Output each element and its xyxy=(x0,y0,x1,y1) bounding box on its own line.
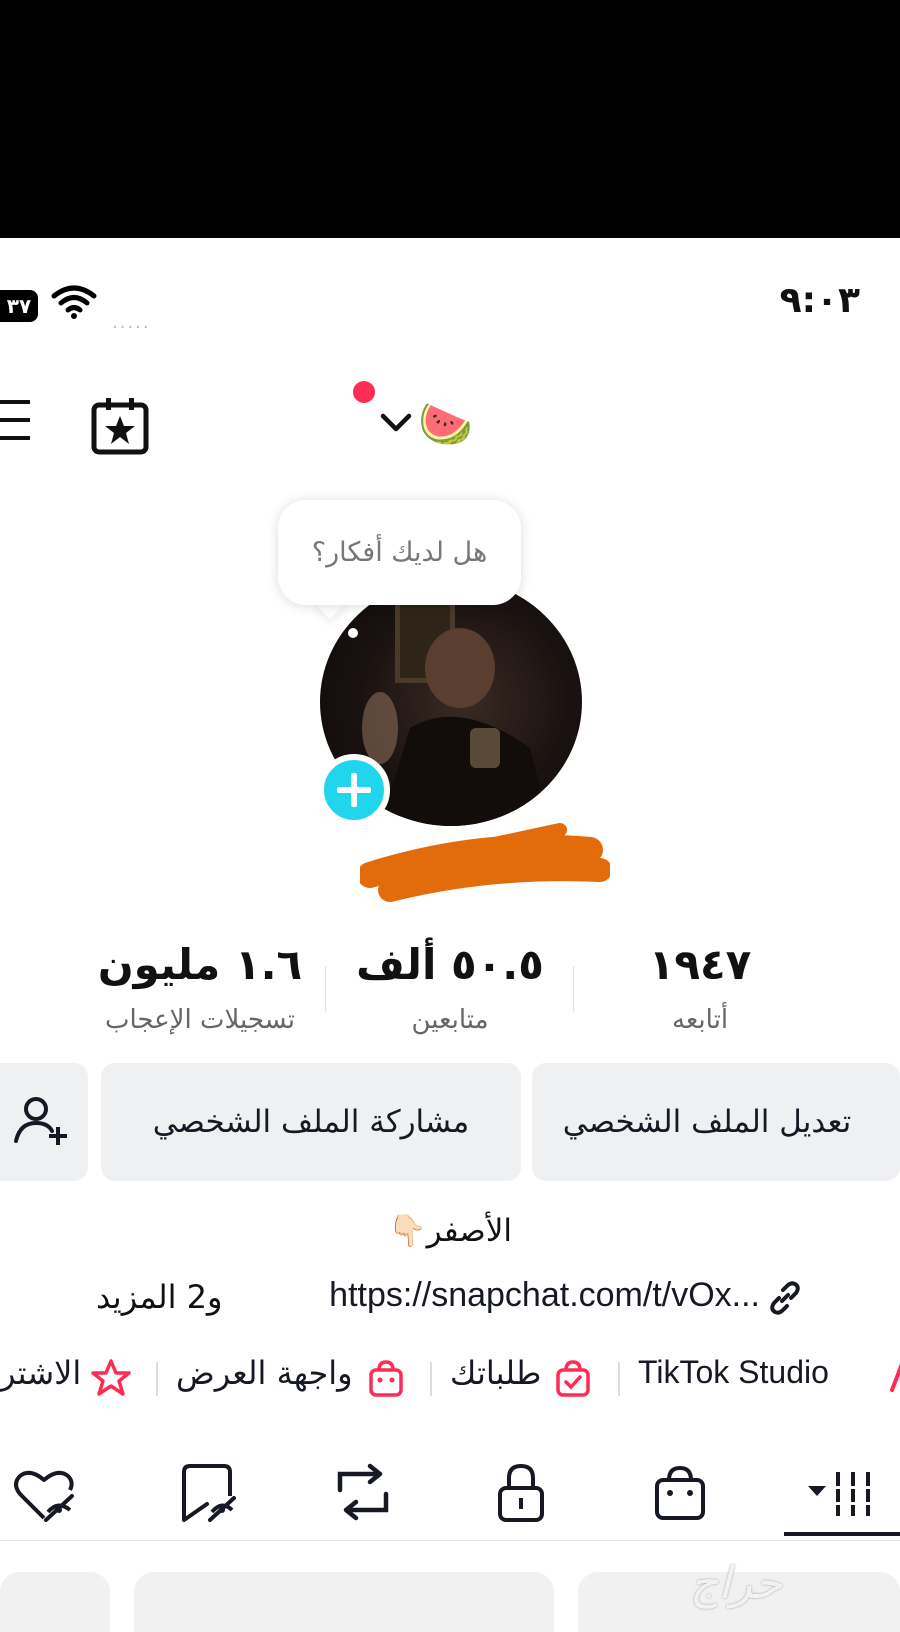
showcase-chip[interactable]: واجهة العرض xyxy=(176,1354,353,1392)
subscription-icon xyxy=(90,1358,132,1402)
content-tabs xyxy=(0,1450,900,1541)
tab-shop[interactable] xyxy=(635,1450,725,1536)
tab-reposts[interactable] xyxy=(318,1450,408,1536)
tab-private[interactable] xyxy=(476,1450,566,1536)
tab-videos[interactable] xyxy=(800,1450,890,1536)
top-black-area xyxy=(0,0,900,238)
edit-profile-button[interactable]: تعديل الملف الشخصي xyxy=(532,1063,900,1181)
add-story-button[interactable] xyxy=(318,754,390,826)
orders-chip[interactable]: طلباتك xyxy=(450,1354,541,1392)
avatar-indicator-dot xyxy=(348,628,358,638)
likes-label: تسجيلات الإعجاب xyxy=(104,1005,296,1035)
avatar-photo-detail xyxy=(330,598,480,768)
battery-indicator: ٣٧ xyxy=(0,290,38,322)
link-icon xyxy=(765,1278,805,1322)
chip-divider xyxy=(430,1362,432,1396)
chevron-down-icon[interactable] xyxy=(380,412,412,438)
followers-count[interactable]: ٥٠.٥ ألف xyxy=(330,940,570,989)
following-label: أتابعه xyxy=(671,1005,729,1035)
followers-label: متابعين xyxy=(411,1005,489,1035)
username-emoji[interactable]: 🍉 xyxy=(418,398,473,450)
share-profile-button[interactable]: مشاركة الملف الشخصي xyxy=(101,1063,521,1181)
signal-dots: ..... xyxy=(112,312,151,333)
add-friend-button[interactable] xyxy=(0,1063,88,1181)
ideas-tooltip[interactable]: هل لديك أفكار؟ xyxy=(278,500,521,605)
bio-link-row[interactable]: https://snapchat.com/t/vOx... و2 المزيد xyxy=(0,1276,900,1324)
video-thumbnail[interactable] xyxy=(134,1572,554,1632)
subscription-chip[interactable]: الاشتر xyxy=(0,1354,81,1392)
likes-count[interactable]: ١.٦ مليون xyxy=(80,940,320,989)
tooltip-text: هل لديك أفكار؟ xyxy=(311,537,488,568)
orders-icon xyxy=(553,1358,593,1402)
tab-favorites[interactable] xyxy=(162,1450,252,1536)
hamburger-menu-icon[interactable] xyxy=(0,398,34,448)
chip-divider xyxy=(618,1362,620,1396)
username-redaction xyxy=(357,820,612,914)
video-thumbnail[interactable] xyxy=(0,1572,110,1632)
bio-more-links[interactable]: و2 المزيد xyxy=(96,1278,222,1316)
calendar-star-icon[interactable] xyxy=(90,396,150,460)
tab-liked[interactable] xyxy=(0,1450,90,1536)
status-time: ٩:٠٣ xyxy=(779,280,860,321)
bio-link[interactable]: https://snapchat.com/t/vOx... xyxy=(329,1276,760,1315)
tiktok-studio-chip[interactable]: TikTok Studio xyxy=(638,1354,829,1391)
watermark-logo: حراج xyxy=(690,1558,783,1609)
showcase-icon xyxy=(366,1358,406,1402)
notification-dot xyxy=(353,381,375,403)
tiktok-studio-icon xyxy=(890,1360,900,1402)
chip-divider xyxy=(156,1362,158,1396)
active-tab-indicator xyxy=(784,1532,900,1536)
following-count[interactable]: ١٩٤٧ xyxy=(580,940,820,989)
wifi-icon xyxy=(50,284,98,324)
profile-chips-row: TikTok Studio طلباتك واجهة العرض الاشتر xyxy=(0,1354,900,1404)
bio-text: الأصفر👇🏻 xyxy=(388,1213,512,1249)
